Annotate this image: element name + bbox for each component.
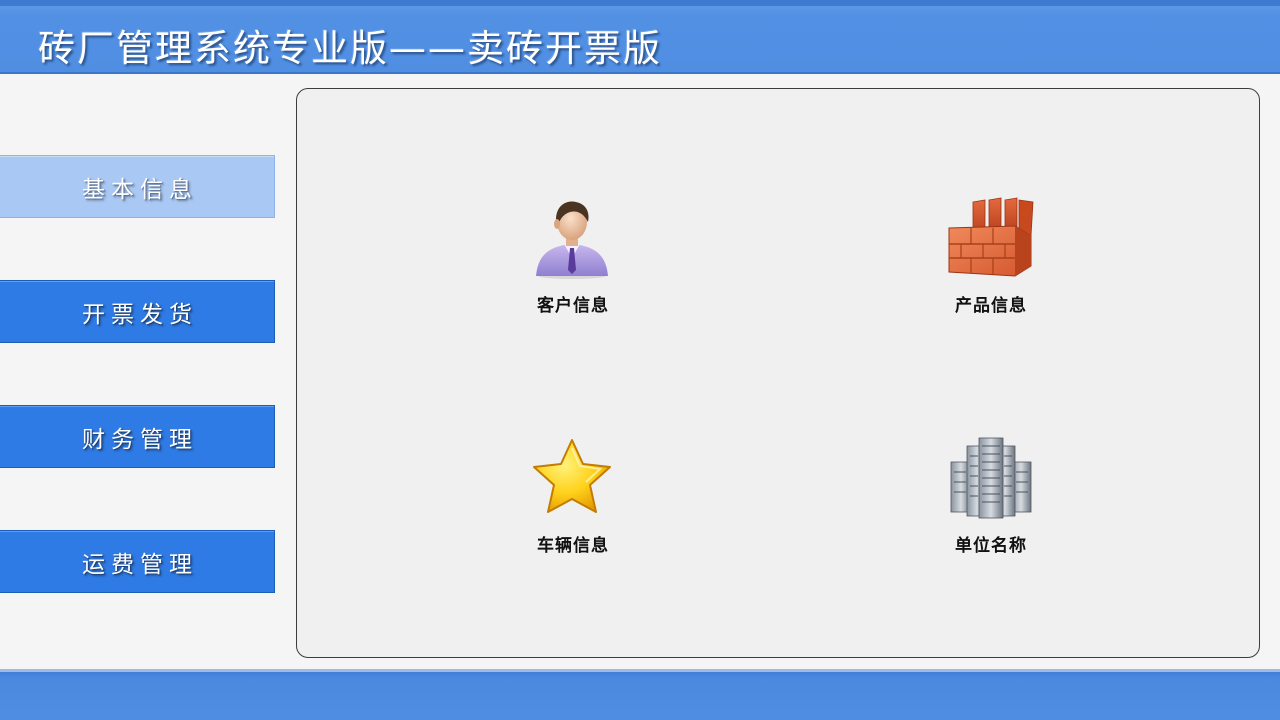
tile-label: 产品信息 [955,296,1027,316]
office-buildings-icon[interactable] [941,433,1041,523]
star-icon[interactable] [523,433,623,523]
sidebar-item-label: 基本信息 [82,176,198,203]
vehicle-info-tile[interactable]: 车辆信息 [493,433,653,563]
main-panel: 客户信息 产品信息 车辆信息 单位名称 [296,88,1260,658]
product-info-tile[interactable]: 产品信息 [911,193,1071,323]
customer-person-icon[interactable] [523,193,623,283]
tile-label: 客户信息 [537,296,609,316]
app-title: 砖厂管理系统专业版——卖砖开票版 [38,27,662,70]
company-name-tile[interactable]: 单位名称 [911,433,1071,563]
customer-info-tile[interactable]: 客户信息 [493,193,653,323]
sidebar-item-label: 开票发货 [82,301,198,328]
tile-label: 单位名称 [955,536,1027,556]
brick-stack-icon[interactable] [941,193,1041,283]
sidebar-item-invoicing[interactable]: 开票发货 [0,280,275,343]
sidebar-item-finance[interactable]: 财务管理 [0,405,275,468]
sidebar-item-basic-info[interactable]: 基本信息 [0,155,275,218]
title-bar: 砖厂管理系统专业版——卖砖开票版 [0,0,1280,74]
sidebar-item-freight[interactable]: 运费管理 [0,530,275,593]
sidebar-item-label: 财务管理 [82,426,198,453]
tile-label: 车辆信息 [537,536,609,556]
sidebar-item-label: 运费管理 [82,551,198,578]
status-bar [0,669,1280,720]
